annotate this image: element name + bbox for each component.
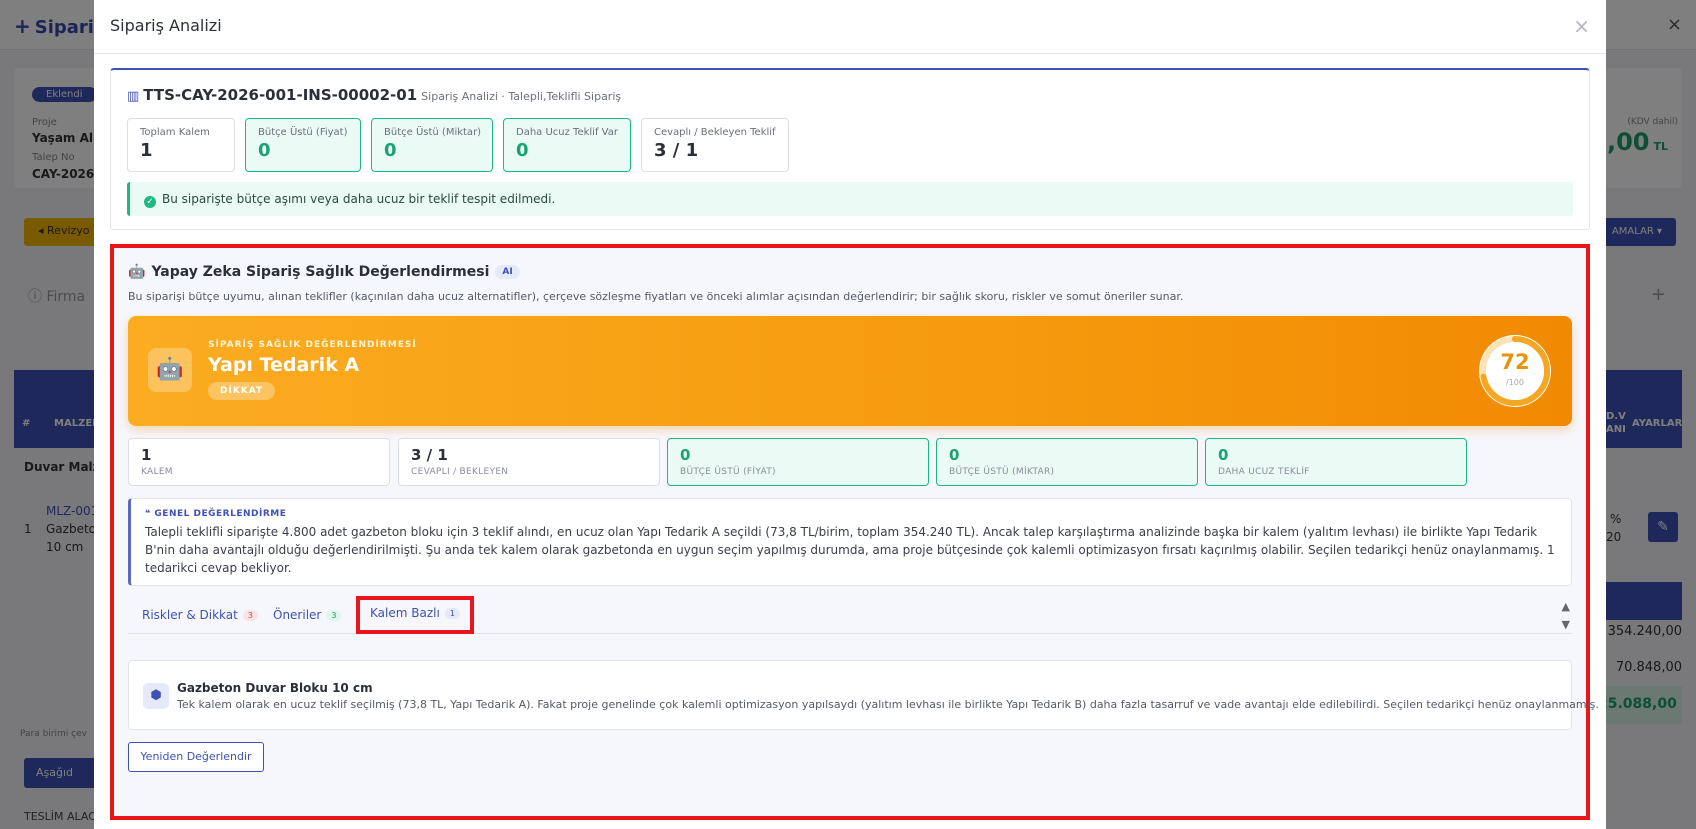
- metric-label: KALEM: [141, 467, 173, 477]
- robot-icon: 🤖: [148, 348, 192, 392]
- order-summary-card: ▥ TTS-CAY-2026-001-INS-00002-01 Sipariş An…: [110, 68, 1590, 230]
- tab-risks[interactable]: Riskler & Dikkat 3: [142, 598, 258, 634]
- tab-label: Öneriler: [273, 608, 322, 622]
- check-circle-icon: ✓: [144, 196, 156, 208]
- bar-chart-icon: ▥: [127, 89, 140, 104]
- stat-label: Bütçe Üstü (Miktar): [384, 127, 482, 138]
- stat-value: 1: [140, 140, 153, 161]
- close-icon[interactable]: ×: [1573, 14, 1590, 38]
- metric-items: 1 KALEM: [128, 438, 390, 486]
- cube-icon: ⬢: [143, 683, 169, 709]
- hero-eyebrow: SİPARİŞ SAĞLIK DEĞERLENDİRMESİ: [208, 340, 417, 350]
- metric-cheaper-offer: 0 DAHA UCUZ TEKLİF: [1205, 438, 1467, 486]
- tab-count-badge: 3: [326, 610, 342, 621]
- metric-value: 0: [680, 446, 691, 464]
- score-value: 72: [1500, 350, 1530, 374]
- ai-badge: AI: [495, 265, 520, 279]
- metric-value: 0: [949, 446, 960, 464]
- modal-title: Sipariş Analizi: [110, 16, 222, 35]
- caret-down-icon[interactable]: ▼: [1562, 616, 1570, 634]
- stat-value: 0: [258, 140, 271, 161]
- stat-label: Bütçe Üstü (Fiyat): [258, 127, 348, 138]
- ai-health-panel: 🤖 Yapay Zeka Sipariş Sağlık Değerlendirme…: [110, 244, 1599, 820]
- stat-cheaper-offer: Daha Ucuz Teklif Var 0: [503, 118, 631, 172]
- order-code: TTS-CAY-2026-001-INS-00002-01: [143, 86, 418, 104]
- stat-total-items: Toplam Kalem 1: [127, 118, 235, 172]
- stat-label: Toplam Kalem: [140, 127, 210, 138]
- general-assessment: ❝ GENEL DEĞERLENDİRME Talepli teklifli s…: [128, 498, 1572, 586]
- tab-label: Kalem Bazlı: [370, 606, 440, 620]
- stat-over-budget-quantity: Bütçe Üstü (Miktar) 0: [371, 118, 493, 172]
- metric-over-budget-quantity: 0 BÜTÇE ÜSTÜ (MİKTAR): [936, 438, 1198, 486]
- stat-label: Cevaplı / Bekleyen Teklif: [654, 127, 776, 138]
- quote-icon: ❝: [145, 509, 155, 519]
- tab-count-badge: 3: [242, 610, 258, 621]
- reevaluate-button[interactable]: Yeniden Değerlendir: [128, 742, 264, 772]
- assessment-title: ❝ GENEL DEĞERLENDİRME: [145, 509, 287, 519]
- stat-value: 0: [384, 140, 397, 161]
- metric-label: DAHA UCUZ TEKLİF: [1218, 467, 1310, 477]
- hero-status-tag: DİKKAT: [208, 382, 276, 400]
- item-description: Tek kalem olarak en ucuz teklif seçilmiş…: [177, 698, 1599, 711]
- stat-value: 0: [516, 140, 529, 161]
- metric-value: 3 / 1: [411, 446, 448, 464]
- health-score-gauge: 72 /100: [1476, 332, 1554, 410]
- stat-label: Daha Ucuz Teklif Var: [516, 127, 618, 138]
- order-heading: ▥ TTS-CAY-2026-001-INS-00002-01 Sipariş An…: [127, 86, 621, 104]
- item-name: Gazbeton Duvar Bloku 10 cm: [177, 681, 373, 695]
- stat-value: 3 / 1: [654, 140, 699, 161]
- stat-answered-pending: Cevaplı / Bekleyen Teklif 3 / 1: [641, 118, 789, 172]
- metric-label: CEVAPLI / BEKLEYEN: [411, 467, 509, 477]
- health-hero-banner: 🤖 SİPARİŞ SAĞLIK DEĞERLENDİRMESİ Yapı Te…: [128, 316, 1572, 426]
- metric-label: BÜTÇE ÜSTÜ (MİKTAR): [949, 467, 1055, 477]
- tab-label: Riskler & Dikkat: [142, 608, 238, 622]
- metric-label: BÜTÇE ÜSTÜ (FİYAT): [680, 467, 776, 477]
- stat-over-budget-price: Bütçe Üstü (Fiyat) 0: [245, 118, 361, 172]
- caret-up-icon[interactable]: ▲: [1562, 598, 1570, 616]
- tab-scroll-arrows[interactable]: ▲ ▼: [1562, 598, 1570, 634]
- hero-supplier-name: Yapı Tedarik A: [208, 354, 360, 376]
- order-analysis-modal: Sipariş Analizi × ▥ TTS-CAY-2026-001-INS-…: [94, 0, 1606, 829]
- score-max: /100: [1506, 378, 1524, 387]
- robot-icon: 🤖: [128, 264, 146, 280]
- success-alert: ✓ Bu siparişte bütçe aşımı veya daha ucuz…: [127, 182, 1573, 216]
- tab-suggestions[interactable]: Öneriler 3: [273, 598, 342, 634]
- assessment-body: Talepli teklifli siparişte 4.800 adet ga…: [145, 525, 1555, 575]
- metric-value: 0: [1218, 446, 1229, 464]
- ai-panel-title: 🤖 Yapay Zeka Sipariş Sağlık Değerlendirme…: [128, 264, 520, 280]
- ai-panel-description: Bu siparişi bütçe uyumu, alınan teklifle…: [128, 290, 1184, 303]
- ai-tabs: Riskler & Dikkat 3 Öneriler 3 Kalem Bazlı 1…: [128, 596, 1572, 634]
- tab-count-badge: 1: [444, 608, 460, 619]
- tab-item-based[interactable]: Kalem Bazlı 1: [356, 596, 474, 634]
- metric-answered-pending: 3 / 1 CEVAPLI / BEKLEYEN: [398, 438, 660, 486]
- metric-over-budget-price: 0 BÜTÇE ÜSTÜ (FİYAT): [667, 438, 929, 486]
- order-subtitle: Sipariş Analizi · Talepli,Teklifli Sipar…: [421, 90, 622, 103]
- metric-value: 1: [141, 446, 152, 464]
- item-analysis-card: ⬢ Gazbeton Duvar Bloku 10 cm Tek kalem o…: [128, 660, 1599, 730]
- modal-header: Sipariş Analizi ×: [94, 0, 1606, 54]
